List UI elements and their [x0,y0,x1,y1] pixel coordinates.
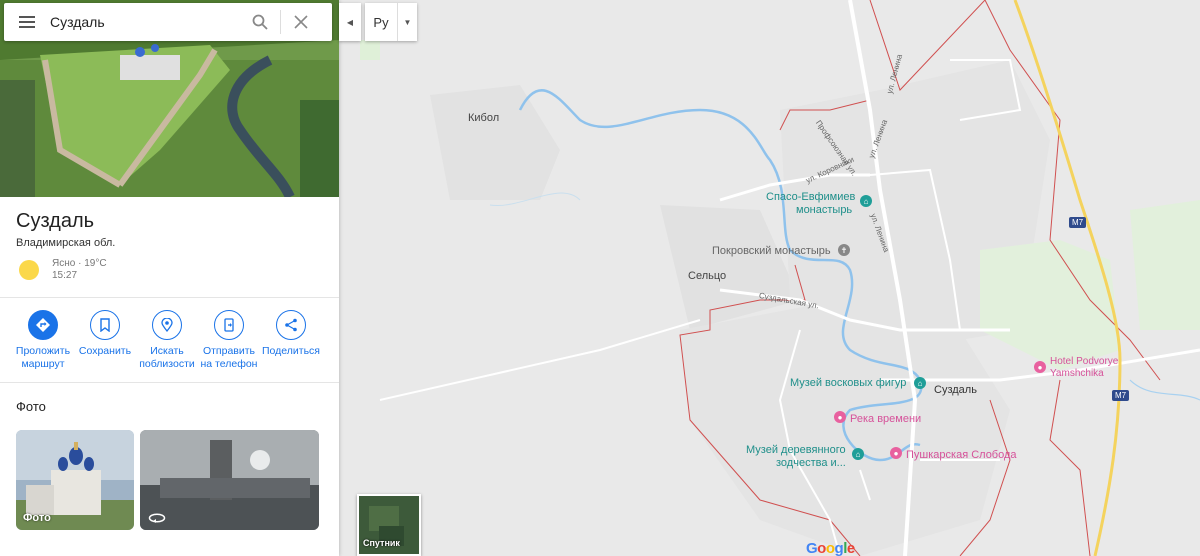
google-logo: Google [806,540,855,556]
map-label-pushkar[interactable]: Пушкарская Слобода [906,449,1017,461]
panorama-photo [140,430,319,530]
museum-icon[interactable]: ⌂ [852,448,864,460]
close-icon [294,15,308,29]
share-icon [276,310,306,340]
map-label-hotel-1[interactable]: Hotel Podvorye [1050,356,1118,368]
share-button[interactable]: Поделиться [260,310,322,371]
send-to-phone-button[interactable]: Отправить на телефон [198,310,260,371]
monastery-icon[interactable]: ✝ [838,244,850,256]
photo-label: Фото [23,512,51,524]
weather-time: 15:27 [52,270,78,281]
map-label-spaso[interactable]: Спасо-Евфимиев [766,191,855,203]
hamburger-icon [19,16,35,28]
language-selector[interactable]: Ру ▼ [365,3,417,41]
map-label-spaso-2[interactable]: монастырь [796,204,852,216]
map-label-wood-1[interactable]: Музей деревянного [746,444,846,456]
map-label-wood-2[interactable]: зодчества и... [776,457,846,469]
photos-heading: Фото [16,399,46,414]
map-label-kibol: Кибол [468,112,500,124]
map-label-selco: Сельцо [688,270,727,282]
road-badge-m7: M7 [1069,217,1087,228]
nearby-label: Искать поблизости [139,345,195,370]
map-label-wax[interactable]: Музей восковых фигур [790,377,906,389]
directions-button[interactable]: Проложить маршрут [12,310,74,371]
weather-condition: Ясно · 19°C [52,258,107,269]
boundary-5 [1049,379,1091,556]
area-selco [660,205,800,330]
map-label-suzdal: Суздаль [934,384,977,396]
phone-icon [214,310,244,340]
area-small-green [360,40,380,60]
clear-search-button[interactable] [281,3,321,41]
divider [0,382,339,383]
area-kibol [430,85,560,200]
directions-icon [28,310,58,340]
language-label: Ру [373,14,389,30]
map-label-pokrov[interactable]: Покровский монастырь [712,245,831,257]
sun-icon [19,260,39,280]
search-button[interactable] [240,3,280,41]
river-east [1129,379,1200,401]
museum-icon[interactable]: ⌂ [860,195,872,207]
museum-icon[interactable]: ⌂ [914,377,926,389]
map-label-river[interactable]: Река времени [850,413,921,425]
divider [0,297,339,298]
bookmark-icon [90,310,120,340]
place-panel: Суздаль Владимирская обл. Ясно · 19°C 15… [0,0,339,556]
photo-thumbnail[interactable]: Фото [16,430,134,530]
attraction-icon[interactable]: ● [834,411,846,423]
hero-photo[interactable] [0,0,339,197]
photo-360-thumbnail[interactable] [140,430,319,530]
hotel-icon[interactable]: ● [1034,361,1046,373]
weather-info: Ясно · 19°C 15:27 [52,258,107,282]
search-box [4,3,332,41]
caret-down-icon: ▼ [403,17,412,27]
place-region: Владимирская обл. [16,237,116,249]
search-input[interactable] [50,4,240,40]
share-label: Поделиться [262,345,320,357]
attraction-icon[interactable]: ● [890,447,902,459]
send-to-phone-label: Отправить на телефон [200,345,258,370]
collapse-panel-button[interactable]: ◀ [339,3,361,41]
map-label-hotel-2[interactable]: Yamshchika [1050,368,1104,380]
rotate-360-icon [148,513,166,523]
area-green-2 [1130,200,1200,330]
satellite-toggle[interactable]: Спутник [357,494,421,556]
save-label: Сохранить [78,345,132,357]
place-title: Суздаль [16,210,95,232]
satellite-label: Спутник [363,538,400,548]
nearby-button[interactable]: Искать поблизости [136,310,198,371]
search-icon [252,14,268,30]
nearby-icon [152,310,182,340]
menu-button[interactable] [4,3,50,41]
action-bar: Проложить маршрут Сохранить Искать побли… [0,310,339,371]
directions-label: Проложить маршрут [15,345,71,370]
road-badge-m7: M7 [1112,390,1130,401]
caret-left-icon: ◀ [346,17,354,27]
area-south [680,300,1010,556]
save-button[interactable]: Сохранить [74,310,136,371]
